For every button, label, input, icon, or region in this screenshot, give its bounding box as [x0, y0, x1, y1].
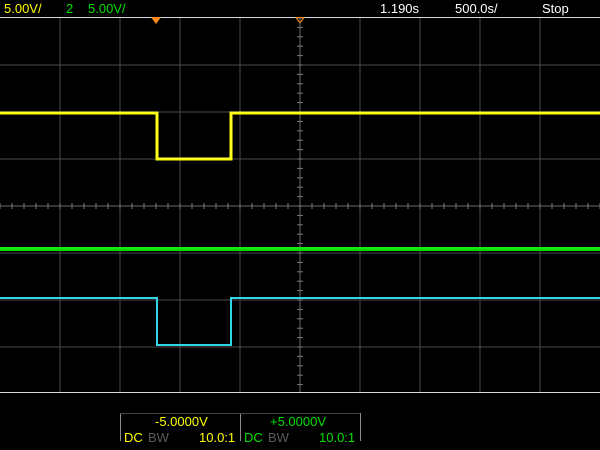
ch2-probe-ratio[interactable]: 10.0:1	[319, 430, 355, 445]
separator	[240, 413, 241, 441]
scope-display[interactable]	[0, 18, 600, 393]
ch2-bw-limit[interactable]: BW	[268, 430, 289, 445]
channel-info-bar: -5.0000V +5.0000V DC BW 10.0:1 DC BW 10.…	[0, 393, 600, 450]
ch2-coupling[interactable]: DC	[244, 430, 263, 445]
ch1-coupling[interactable]: DC	[124, 430, 143, 445]
status-bar: 5.00V/ 2 5.00V/ 1.190s 500.0s/ Stop	[0, 0, 600, 18]
ch1-scale[interactable]: 5.00V/	[4, 0, 42, 17]
ch1-offset[interactable]: -5.0000V	[155, 414, 208, 429]
ch2-offset[interactable]: +5.0000V	[270, 414, 326, 429]
ch1-bw-limit[interactable]: BW	[148, 430, 169, 445]
time-scale[interactable]: 500.0s/	[455, 0, 498, 17]
ch2-scale[interactable]: 5.00V/	[88, 0, 126, 17]
ch2-trace	[0, 247, 600, 251]
run-state[interactable]: Stop	[542, 0, 569, 17]
time-position[interactable]: 1.190s	[380, 0, 419, 17]
separator	[360, 413, 361, 441]
ch2-number[interactable]: 2	[66, 0, 73, 17]
ch1-probe-ratio[interactable]: 10.0:1	[199, 430, 235, 445]
graticule	[0, 18, 600, 393]
separator	[120, 413, 121, 441]
